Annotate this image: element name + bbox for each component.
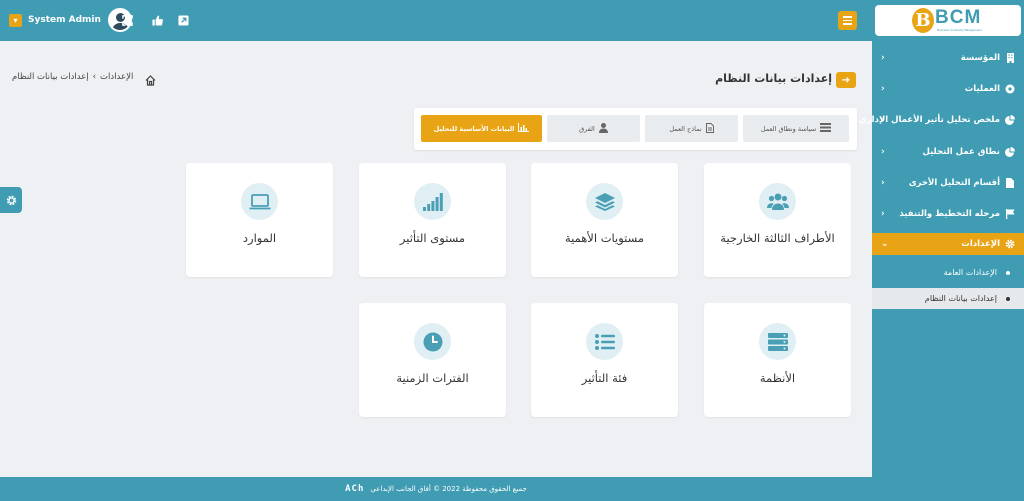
breadcrumb-item[interactable]: الإعدادات	[100, 72, 133, 82]
home-icon[interactable]	[145, 71, 156, 86]
process-icon	[1005, 84, 1015, 94]
tab-policy-scope[interactable]: سياسة ونطاق العمل	[743, 115, 849, 142]
tab-label: نماذج العمل	[669, 124, 702, 133]
logo-letter: B	[912, 8, 934, 33]
sidebar-item-planning[interactable]: › مرحله التخطيط والتنفيذ	[872, 203, 1024, 225]
logo-subtitle: Business Continuity Management	[937, 28, 982, 32]
sidebar-item-label: نطاق عمل التحليل	[922, 147, 1000, 157]
thumbs-up-icon[interactable]	[150, 13, 164, 27]
tab-label: سياسة ونطاق العمل	[760, 124, 817, 133]
sidebar-item-label: ملخص تحليل تأثير الأعمال الإداري	[859, 115, 1000, 125]
gear-icon	[6, 195, 16, 205]
gear-icon	[1005, 239, 1015, 249]
bullet-icon	[1006, 270, 1010, 275]
sidebar-item-analysis-scope[interactable]: › نطاق عمل التحليل	[872, 141, 1024, 163]
footer-copyright: جميع الحقوق محفوظة 2022 © أفاق الجانب ال…	[370, 485, 527, 493]
chevron-right-icon: ›	[881, 147, 885, 157]
card-label: فئة التأثير	[581, 371, 628, 385]
external-link-icon[interactable]	[176, 13, 190, 27]
tab-work-templates[interactable]: نماذج العمل	[645, 115, 738, 142]
sidebar: B BCM Business Continuity Management › ا…	[859, 0, 1024, 501]
card-label: الفترات الزمنية	[396, 371, 469, 385]
top-bar: ▾ System Admin	[0, 0, 872, 41]
sidebar-item-settings[interactable]: ⌄ الإعدادات	[872, 233, 1024, 255]
pie-chart-icon	[1005, 147, 1015, 157]
card-label: الموارد	[242, 231, 277, 245]
card-resources[interactable]: الموارد	[186, 163, 333, 277]
card-label: الأنظمة	[759, 371, 796, 385]
flag-icon	[1005, 209, 1015, 219]
sidebar-item-label: المؤسسة	[960, 53, 1000, 63]
footer-logo[interactable]: ACh	[345, 484, 364, 494]
card-time-periods[interactable]: الفترات الزمنية	[359, 303, 506, 417]
sidebar-item-label: الإعدادات	[961, 239, 1000, 249]
list-icon	[820, 123, 832, 134]
card-impact-category[interactable]: فئة التأثير	[531, 303, 678, 417]
chevron-right-icon: ›	[881, 209, 885, 219]
card-systems[interactable]: الأنظمة	[704, 303, 851, 417]
sidebar-item-label: العمليات	[964, 84, 1000, 94]
card-label: مستوى التأثير	[399, 231, 466, 245]
file-icon	[1005, 178, 1015, 188]
breadcrumb-separator: ›	[92, 72, 97, 82]
clock-icon	[414, 323, 451, 360]
tab-label: البيانات الأساسية للتحليل	[433, 124, 515, 133]
pie-chart-icon	[1005, 115, 1015, 125]
laptop-icon	[241, 183, 278, 220]
user-name[interactable]: System Admin	[28, 15, 101, 25]
settings-float-button[interactable]	[0, 187, 22, 213]
card-external-third-parties[interactable]: الأطراف الثالثة الخارجية	[704, 163, 851, 277]
tab-bar: سياسة ونطاق العمل نماذج العمل الفرق البي…	[414, 108, 857, 150]
users-group-icon	[759, 183, 796, 220]
tab-teams[interactable]: الفرق	[547, 115, 640, 142]
bar-chart-icon	[518, 123, 530, 134]
user-icon	[598, 122, 608, 135]
layers-icon	[586, 183, 623, 220]
fullscreen-icon[interactable]	[120, 13, 134, 27]
sidebar-subitem-general-settings[interactable]: الإعدادات العامة	[872, 262, 1024, 283]
tab-label: الفرق	[579, 124, 595, 133]
sidebar-item-label: أقسام التحليل الأخرى	[908, 178, 1000, 188]
building-icon	[1005, 53, 1015, 63]
hamburger-icon[interactable]	[838, 11, 857, 30]
sidebar-item-other-sections[interactable]: › أقسام التحليل الأخرى	[872, 172, 1024, 194]
card-label: مستويات الأهمية	[564, 231, 645, 245]
page-title: إعدادات بيانات النظام	[715, 72, 832, 85]
chevron-down-icon[interactable]: ▾	[9, 13, 22, 27]
user-menu[interactable]: ▾ System Admin	[9, 8, 132, 32]
tab-basic-analysis-data[interactable]: البيانات الأساسية للتحليل	[421, 115, 542, 142]
chevron-right-icon: ›	[881, 53, 885, 63]
logo[interactable]: B BCM Business Continuity Management	[875, 5, 1021, 36]
bullet-icon	[1006, 296, 1010, 301]
logo-text: BCM	[935, 7, 982, 28]
document-icon	[705, 122, 714, 135]
signal-bars-icon	[414, 183, 451, 220]
sidebar-item-operations[interactable]: › العمليات	[872, 78, 1024, 100]
breadcrumb-current: إعدادات بيانات النظام	[12, 72, 89, 82]
list-icon	[586, 323, 623, 360]
sidebar-subitem-label: إعدادات بيانات النظام	[924, 294, 997, 303]
chevron-right-icon: ›	[881, 178, 885, 188]
arrow-right-icon[interactable]: ➔	[836, 72, 856, 88]
card-label: الأطراف الثالثة الخارجية	[720, 231, 835, 245]
card-impact-level[interactable]: مستوى التأثير	[359, 163, 506, 277]
footer: جميع الحقوق محفوظة 2022 © أفاق الجانب ال…	[0, 477, 872, 501]
sidebar-item-organization[interactable]: › المؤسسة	[872, 47, 1024, 69]
chevron-right-icon: ›	[881, 84, 885, 94]
breadcrumb: الإعدادات › إعدادات بيانات النظام	[12, 72, 133, 82]
card-importance-levels[interactable]: مستويات الأهمية	[531, 163, 678, 277]
sidebar-subitem-system-data-settings[interactable]: إعدادات بيانات النظام	[872, 288, 1024, 309]
sidebar-item-bia-summary[interactable]: › ملخص تحليل تأثير الأعمال الإداري	[859, 109, 1024, 131]
sidebar-subitem-label: الإعدادات العامة	[943, 268, 997, 277]
chevron-down-icon: ⌄	[881, 239, 889, 249]
server-icon	[759, 323, 796, 360]
sidebar-item-label: مرحله التخطيط والتنفيذ	[899, 209, 1000, 219]
